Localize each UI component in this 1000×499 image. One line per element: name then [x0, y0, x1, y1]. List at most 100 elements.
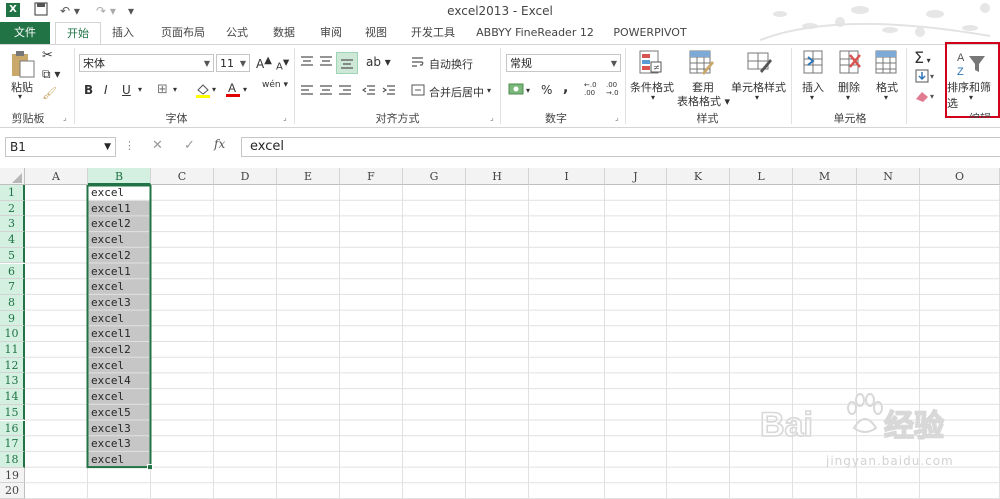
tab-formulas[interactable]: 公式: [220, 22, 254, 44]
tab-insert[interactable]: 插入: [104, 22, 142, 44]
borders-dropdown-icon[interactable]: ▾: [173, 85, 177, 94]
underline-button[interactable]: U: [122, 83, 131, 97]
column-header-g[interactable]: G: [403, 168, 466, 185]
row-header-12[interactable]: 12: [0, 357, 25, 374]
fill-color-icon[interactable]: [195, 82, 211, 101]
tab-powerpivot[interactable]: POWERPIVOT: [608, 22, 692, 44]
conditional-dropdown-icon[interactable]: ▾: [651, 93, 655, 102]
insert-dropdown-icon[interactable]: ▾: [810, 93, 814, 102]
decrease-decimal-button[interactable]: .00 →.0: [606, 81, 624, 97]
cell-b10[interactable]: excel1: [88, 326, 151, 342]
cell-b11[interactable]: excel2: [88, 342, 151, 358]
row-header-9[interactable]: 9: [0, 310, 25, 327]
tab-review[interactable]: 审阅: [312, 22, 350, 44]
align-bottom-button[interactable]: [336, 52, 358, 74]
format-as-table-button[interactable]: 表格格式 ▾: [677, 93, 730, 109]
column-header-a[interactable]: A: [25, 168, 88, 185]
row-header-18[interactable]: 18: [0, 451, 25, 468]
comma-style-button[interactable]: ,: [563, 80, 568, 96]
column-header-n[interactable]: N: [857, 168, 920, 185]
column-header-i[interactable]: I: [529, 168, 605, 185]
tab-abbyy[interactable]: ABBYY FineReader 12: [474, 22, 596, 44]
paste-dropdown-icon[interactable]: ▾: [18, 92, 22, 101]
underline-dropdown-icon[interactable]: ▾: [138, 85, 142, 94]
cell-b8[interactable]: excel3: [88, 295, 151, 311]
accounting-dropdown-icon[interactable]: ▾: [526, 86, 530, 95]
alignment-launcher-icon[interactable]: ⌟: [490, 113, 494, 122]
row-header-7[interactable]: 7: [0, 279, 25, 295]
accounting-format-icon[interactable]: [508, 82, 528, 99]
merge-center-button[interactable]: 合并后居中: [429, 84, 484, 100]
cell-b18[interactable]: excel: [88, 452, 151, 468]
row-header-10[interactable]: 10: [0, 326, 25, 342]
font-color-icon[interactable]: A: [225, 80, 241, 101]
cell-b13[interactable]: excel4: [88, 373, 151, 389]
cell-b9[interactable]: excel: [88, 311, 151, 327]
row-header-14[interactable]: 14: [0, 389, 25, 405]
cell-b4[interactable]: excel: [88, 232, 151, 248]
row-header-16[interactable]: 16: [0, 420, 25, 437]
cell-b3[interactable]: excel2: [88, 216, 151, 232]
column-header-d[interactable]: D: [214, 168, 277, 185]
decrease-indent-icon[interactable]: [361, 84, 376, 99]
format-painter-icon[interactable]: 🖌: [42, 86, 57, 100]
orientation-icon[interactable]: ab ▾: [366, 55, 391, 69]
column-header-o[interactable]: O: [920, 168, 1000, 185]
conditional-formatting-icon[interactable]: ≠: [638, 49, 664, 80]
copy-icon[interactable]: ⧉ ▾: [42, 67, 60, 82]
font-name-combo[interactable]: 宋体 ▼: [79, 54, 214, 72]
row-header-5[interactable]: 5: [0, 247, 25, 264]
cell-styles-icon[interactable]: [746, 49, 772, 80]
column-header-l[interactable]: L: [730, 168, 793, 185]
cell-b15[interactable]: excel5: [88, 405, 151, 421]
column-header-j[interactable]: J: [605, 168, 667, 185]
number-format-combo[interactable]: 常规 ▼: [506, 54, 621, 72]
fill-icon[interactable]: ▾: [914, 69, 938, 86]
format-dropdown-icon[interactable]: ▾: [884, 93, 888, 102]
merge-center-icon[interactable]: [411, 84, 425, 99]
select-all-button[interactable]: [0, 168, 25, 185]
delete-dropdown-icon[interactable]: ▾: [846, 93, 850, 102]
column-header-k[interactable]: K: [667, 168, 730, 185]
cell-b6[interactable]: excel1: [88, 264, 151, 280]
column-header-h[interactable]: H: [466, 168, 529, 185]
column-header-c[interactable]: C: [151, 168, 214, 185]
insert-cells-icon[interactable]: [802, 49, 824, 80]
cell-b2[interactable]: excel1: [88, 201, 151, 217]
row-header-2[interactable]: 2: [0, 200, 25, 217]
grow-font-button[interactable]: A▲: [256, 55, 272, 71]
enter-icon[interactable]: ✓: [184, 138, 195, 153]
formula-input[interactable]: excel: [241, 137, 1000, 157]
font-color-dropdown-icon[interactable]: ▾: [243, 85, 247, 94]
column-header-f[interactable]: F: [340, 168, 403, 185]
percent-style-button[interactable]: %: [541, 83, 552, 97]
align-middle-icon[interactable]: [319, 55, 333, 70]
row-header-19[interactable]: 19: [0, 467, 25, 484]
align-right-icon[interactable]: [338, 84, 352, 99]
align-center-icon[interactable]: [319, 84, 333, 99]
cell-styles-dropdown-icon[interactable]: ▾: [755, 93, 759, 102]
row-header-11[interactable]: 11: [0, 342, 25, 358]
merge-dropdown-icon[interactable]: ▾: [487, 86, 491, 95]
column-header-b[interactable]: B: [88, 168, 151, 185]
autosum-button[interactable]: Σ ▾: [914, 48, 931, 67]
shrink-font-button[interactable]: A▼: [276, 57, 289, 72]
number-launcher-icon[interactable]: ⌟: [615, 113, 619, 122]
align-left-icon[interactable]: [300, 84, 314, 99]
clipboard-launcher-icon[interactable]: ⌟: [63, 113, 67, 122]
bold-button[interactable]: B: [84, 83, 93, 97]
fill-color-dropdown-icon[interactable]: ▾: [212, 85, 216, 94]
row-header-6[interactable]: 6: [0, 263, 25, 280]
phonetic-guide-button[interactable]: wén ▾: [262, 80, 288, 90]
format-cells-icon[interactable]: [874, 49, 898, 80]
tab-home[interactable]: 开始: [55, 22, 101, 45]
row-header-1[interactable]: 1: [0, 185, 25, 201]
cell-b5[interactable]: excel2: [88, 248, 151, 264]
cell-b17[interactable]: excel3: [88, 436, 151, 452]
more-options-icon[interactable]: ⋮: [124, 139, 135, 152]
row-header-17[interactable]: 17: [0, 436, 25, 452]
borders-icon[interactable]: ⊞: [157, 82, 168, 97]
cell-b16[interactable]: excel3: [88, 421, 151, 437]
name-box[interactable]: B1 ▼: [5, 137, 116, 157]
sort-filter-dropdown-icon[interactable]: ▾: [969, 93, 973, 102]
